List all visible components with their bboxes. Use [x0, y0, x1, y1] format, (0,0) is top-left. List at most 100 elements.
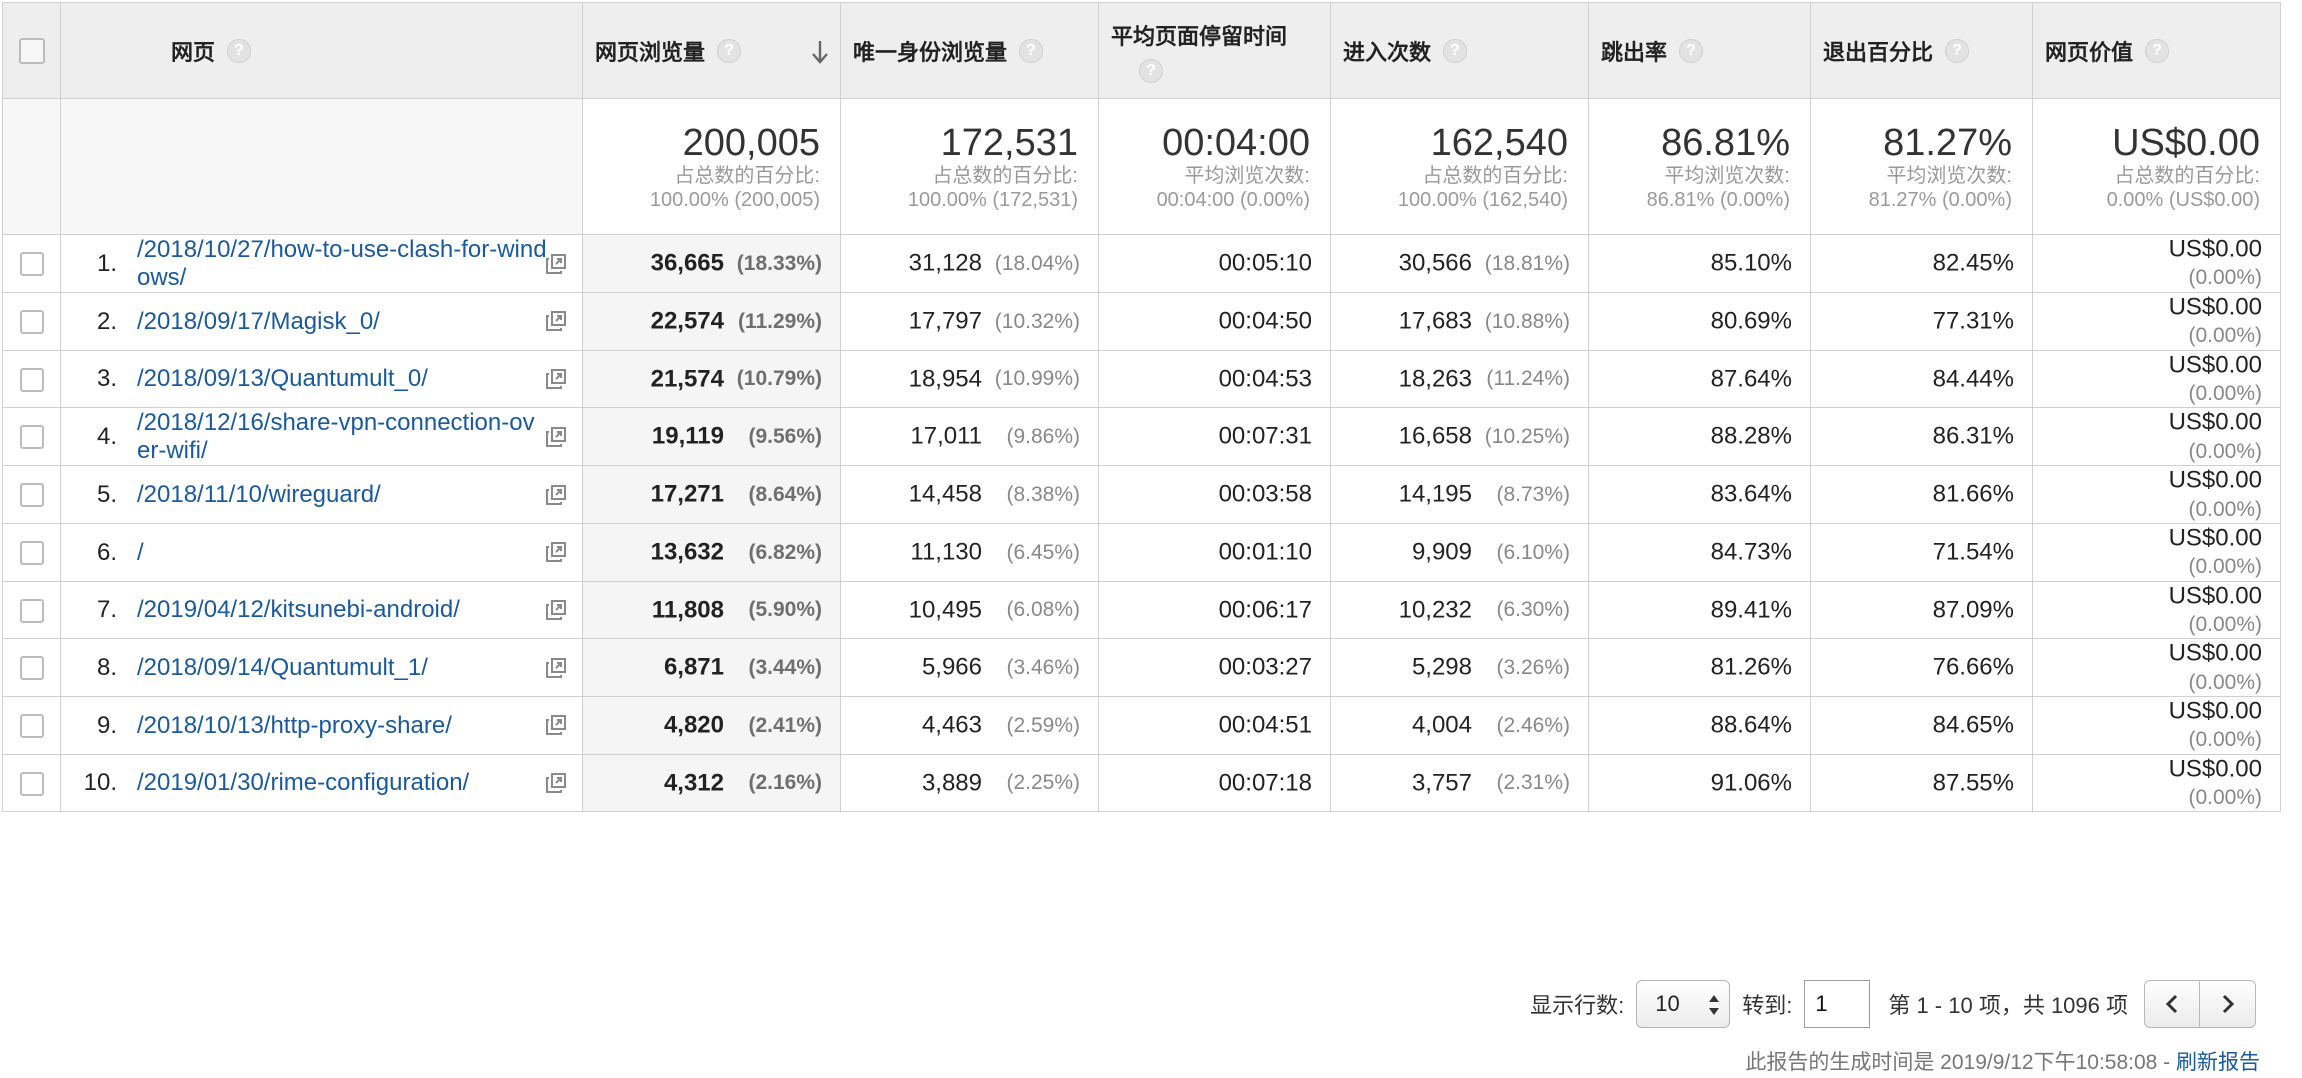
bounce-cell: 87.64%	[1588, 349, 1811, 409]
page-path-link[interactable]: /2018/10/13/http-proxy-share/	[137, 712, 547, 740]
summary-value: 00:04:00	[1162, 121, 1310, 164]
summary-caption: 占总数的百分比:	[1422, 164, 1568, 187]
page-value-percent: (0.00%)	[2188, 381, 2262, 405]
pageviews-percent: (6.82%)	[748, 540, 822, 564]
help-icon[interactable]: ?	[1139, 59, 1163, 83]
unique-cell: 11,130 (6.45%)	[840, 522, 1099, 582]
row-checkbox[interactable]	[19, 656, 44, 681]
help-icon[interactable]: ?	[717, 38, 742, 63]
avg-time-cell: 00:05:10	[1098, 234, 1331, 293]
bounce-cell: 80.69%	[1588, 292, 1811, 351]
row-checkbox[interactable]	[19, 540, 44, 565]
summary-value: 200,005	[682, 121, 820, 164]
page-path-link[interactable]: /	[137, 539, 547, 567]
open-external-icon[interactable]	[544, 309, 568, 333]
next-page-button[interactable]	[2200, 980, 2256, 1028]
open-external-icon[interactable]	[544, 252, 568, 276]
help-icon[interactable]: ?	[1679, 38, 1704, 63]
row-checkbox[interactable]	[19, 598, 44, 623]
row-checkbox-cell	[2, 638, 61, 697]
avg-time-value: 00:03:27	[1218, 653, 1312, 681]
column-header-unique-pageviews[interactable]: 唯一身份浏览量?	[840, 2, 1099, 99]
help-icon[interactable]: ?	[227, 38, 252, 63]
row-checkbox-cell	[2, 234, 61, 293]
avg-time-value: 00:04:51	[1218, 711, 1312, 739]
page-value-percent: (0.00%)	[2188, 324, 2262, 348]
page-value-cell: US$0.00(0.00%)	[2032, 580, 2281, 640]
open-external-icon[interactable]	[544, 483, 568, 507]
bounce-value: 87.64%	[1710, 365, 1792, 393]
page-path-link[interactable]: /2019/01/30/rime-configuration/	[137, 769, 547, 797]
row-checkbox[interactable]	[19, 425, 44, 450]
page-path-link[interactable]: /2018/12/16/share-vpn-connection-over-wi…	[137, 409, 547, 465]
open-external-icon[interactable]	[544, 425, 568, 449]
help-icon[interactable]: ?	[1443, 38, 1468, 63]
exit-cell: 84.65%	[1810, 695, 2033, 755]
column-header-entrances[interactable]: 进入次数?	[1330, 2, 1589, 99]
entrances-value: 18,263	[1398, 365, 1472, 393]
help-icon[interactable]: ?	[1945, 38, 1970, 63]
unique-value: 3,889	[921, 769, 982, 797]
row-rank: 6.	[96, 538, 117, 566]
page-path-link[interactable]: /2018/09/17/Magisk_0/	[137, 308, 547, 336]
help-icon[interactable]: ?	[2145, 38, 2170, 63]
column-header-bounce-rate[interactable]: 跳出率?	[1588, 2, 1811, 99]
page-path-link[interactable]: /2018/10/27/how-to-use-clash-for-windows…	[137, 236, 547, 292]
pageviews-cell: 36,665 (18.33%)	[582, 234, 841, 293]
page-path-link[interactable]: /2018/09/14/Quantumult_1/	[137, 654, 547, 682]
open-external-icon[interactable]	[544, 540, 568, 564]
column-header-avg-time[interactable]: 平均页面停留时间 ?	[1098, 2, 1331, 99]
column-header-exit-percent[interactable]: 退出百分比?	[1810, 2, 2033, 99]
column-header-page-value[interactable]: 网页价值?	[2032, 2, 2281, 99]
page-value: US$0.00	[2168, 293, 2262, 321]
open-external-icon[interactable]	[544, 598, 568, 622]
goto-page-input[interactable]	[1804, 980, 1871, 1028]
row-checkbox[interactable]	[19, 713, 44, 738]
entrances-cell: 9,909 (6.10%)	[1330, 522, 1589, 582]
column-header-value-label: 网页价值	[2045, 39, 2134, 65]
page-path-link[interactable]: /2018/09/13/Quantumult_0/	[137, 365, 547, 393]
table-body: 1. /2018/10/27/how-to-use-clash-for-windo…	[2, 234, 2281, 813]
page-cell: 3. /2018/09/13/Quantumult_0/	[60, 349, 583, 409]
sort-descending-icon[interactable]	[810, 39, 830, 65]
row-checkbox[interactable]	[19, 367, 44, 392]
open-external-icon[interactable]	[544, 713, 568, 737]
page-path-link[interactable]: /2018/11/10/wireguard/	[137, 481, 547, 509]
row-rank: 1.	[96, 249, 117, 277]
row-checkbox[interactable]	[19, 309, 44, 334]
unique-cell: 14,458 (8.38%)	[840, 465, 1099, 524]
column-header-page[interactable]: 网页?	[60, 2, 583, 99]
select-arrows-icon	[1709, 995, 1720, 1015]
unique-cell: 17,011 (9.86%)	[840, 407, 1099, 467]
refresh-report-link[interactable]: 刷新报告	[2176, 1051, 2260, 1074]
row-checkbox[interactable]	[19, 252, 44, 277]
help-icon[interactable]: ?	[1019, 38, 1044, 63]
entrances-value: 3,757	[1411, 769, 1472, 797]
summary-caption: 平均浏览次数:	[1664, 164, 1790, 187]
page-cell: 4. /2018/12/16/share-vpn-connection-over-…	[60, 407, 583, 467]
avg-time-value: 00:06:17	[1218, 596, 1312, 624]
page-cell: 2. /2018/09/17/Magisk_0/	[60, 292, 583, 351]
column-header-pageviews[interactable]: 网页浏览量?	[582, 2, 841, 99]
open-external-icon[interactable]	[544, 771, 568, 795]
page-value-cell: US$0.00(0.00%)	[2032, 638, 2281, 697]
row-checkbox[interactable]	[19, 771, 44, 796]
page-cell: 9. /2018/10/13/http-proxy-share/	[60, 695, 583, 755]
entrances-value: 5,298	[1411, 653, 1472, 681]
entrances-percent: (6.10%)	[1496, 540, 1570, 564]
open-external-icon[interactable]	[544, 367, 568, 391]
previous-page-button[interactable]	[2144, 980, 2200, 1028]
bounce-cell: 83.64%	[1588, 465, 1811, 524]
select-all-checkbox[interactable]	[18, 38, 45, 65]
rows-per-page-select[interactable]: 10	[1636, 980, 1731, 1028]
open-external-icon[interactable]	[544, 656, 568, 680]
bounce-cell: 81.26%	[1588, 638, 1811, 697]
row-checkbox[interactable]	[19, 483, 44, 508]
page-value: US$0.00	[2168, 524, 2262, 552]
pageviews-cell: 11,808 (5.90%)	[582, 580, 841, 640]
unique-value: 4,463	[921, 711, 982, 739]
goto-label: 转到:	[1742, 993, 1793, 1018]
page-path-link[interactable]: /2019/04/12/kitsunebi-android/	[137, 596, 547, 624]
pageviews-percent: (9.56%)	[748, 425, 822, 449]
unique-cell: 10,495 (6.08%)	[840, 580, 1099, 640]
